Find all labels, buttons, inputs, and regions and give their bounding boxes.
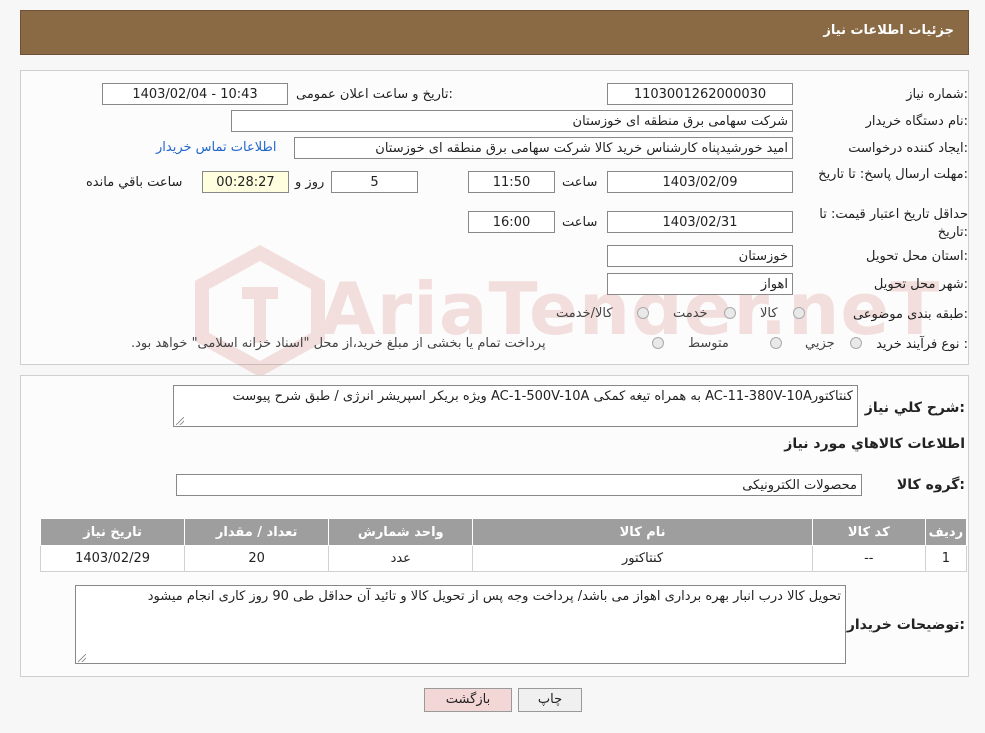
days-field: 5 [331, 171, 418, 193]
table-header-row: رديف کد کالا نام کالا واحد شمارش تعداد /… [39, 518, 968, 546]
cell-row: 1 [924, 545, 968, 572]
resize-grip-icon[interactable] [78, 654, 86, 662]
buyer-notes-label: توضیحات خریدار: [846, 617, 965, 633]
buyer-notes-text: تحویل کالا درب انبار بهره برداری اهواز م… [147, 589, 841, 604]
validity-time-field: 16:00 [468, 211, 555, 233]
remaining-label: ساعت باقي مانده [86, 175, 183, 190]
col-unit: واحد شمارش [328, 518, 474, 546]
print-button[interactable]: چاپ [518, 688, 582, 712]
page-header: جزئیات اطلاعات نیاز [20, 10, 969, 55]
items-table: رديف کد کالا نام کالا واحد شمارش تعداد /… [39, 518, 968, 572]
treasury-note: پرداخت تمام یا بخشی از مبلغ خرید،از محل … [131, 336, 546, 351]
category-radio-goods[interactable] [793, 307, 805, 319]
need-number-field: 1103001262000030 [607, 83, 793, 105]
category-radio-goods-service[interactable] [637, 307, 649, 319]
col-name: نام کالا [472, 518, 813, 546]
purchase-radio-minor[interactable] [850, 337, 862, 349]
deadline-time-label: ساعت [562, 175, 598, 190]
validity-label: حداقل تاریخ اعتبار قیمت: تا تاریخ: [819, 207, 968, 240]
deadline-date-field: 1403/02/09 [607, 171, 793, 193]
cell-quantity: 20 [184, 545, 330, 572]
province-label: استان محل تحویل: [866, 249, 968, 264]
category-option-service: خدمت [673, 306, 708, 321]
validity-date-field: 1403/02/31 [607, 211, 793, 233]
items-section-title: اطلاعات کالاهاي مورد نياز [784, 436, 965, 452]
purchase-option-medium: متوسط [688, 336, 729, 351]
purchase-type-label: نوع فرآیند خرید : [876, 337, 968, 352]
announce-field: 1403/02/04 - 10:43 [102, 83, 288, 105]
deadline-time-field: 11:50 [468, 171, 555, 193]
announce-label: تاریخ و ساعت اعلان عمومی: [296, 87, 453, 102]
group-field: محصولات الکترونیکی [176, 474, 862, 496]
cell-unit: عدد [328, 545, 474, 572]
buyer-contact-link[interactable]: اطلاعات تماس خریدار [156, 140, 276, 155]
col-quantity: تعداد / مقدار [184, 518, 330, 546]
creator-field: امید خورشیدپناه کارشناس خرید کالا شرکت س… [294, 137, 793, 159]
cell-code: -- [811, 545, 926, 572]
category-label: طبقه بندی موضوعی: [852, 307, 968, 322]
description-text: کنتاکتورAC-11-380V-10A به همراه تیغه کمک… [232, 389, 853, 404]
description-textarea[interactable]: کنتاکتورAC-11-380V-10A به همراه تیغه کمک… [173, 385, 858, 427]
remaining-time-field: 00:28:27 [202, 171, 289, 193]
treasury-checkbox[interactable] [652, 337, 664, 349]
need-number-label: شماره نیاز: [906, 87, 968, 102]
province-field: خوزستان [607, 245, 793, 267]
validity-time-label: ساعت [562, 215, 598, 230]
buyer-org-field: شرکت سهامی برق منطقه ای خوزستان [231, 110, 793, 132]
col-code: کد کالا [811, 518, 926, 546]
col-row: رديف [924, 518, 968, 546]
buyer-org-label: نام دستگاه خریدار: [865, 114, 968, 129]
purchase-radio-medium[interactable] [770, 337, 782, 349]
description-label: شرح کلي نياز: [864, 400, 965, 416]
category-radio-service[interactable] [724, 307, 736, 319]
resize-grip-icon[interactable] [176, 417, 184, 425]
creator-label: ایجاد کننده درخواست: [848, 141, 968, 156]
col-date: تاریخ نیاز [39, 518, 186, 546]
cell-date: 1403/02/29 [39, 545, 186, 572]
cell-name: کنتاکتور [472, 545, 813, 572]
city-label: شهر محل تحویل: [873, 277, 968, 292]
page-title: جزئیات اطلاعات نیاز [823, 23, 954, 38]
group-label: گروه کالا: [896, 477, 965, 493]
deadline-label: مهلت ارسال پاسخ: تا تاریخ: [818, 167, 968, 182]
category-option-goods-service: کالا/خدمت [556, 306, 613, 321]
back-button[interactable]: بازگشت [424, 688, 512, 712]
buyer-notes-textarea[interactable]: تحویل کالا درب انبار بهره برداری اهواز م… [75, 585, 846, 664]
purchase-option-minor: جزيي [805, 336, 835, 351]
table-row: 1 -- کنتاکتور عدد 20 1403/02/29 [39, 545, 968, 572]
days-label: روز و [295, 175, 325, 190]
city-field: اهواز [607, 273, 793, 295]
category-option-goods: کالا [760, 306, 778, 321]
